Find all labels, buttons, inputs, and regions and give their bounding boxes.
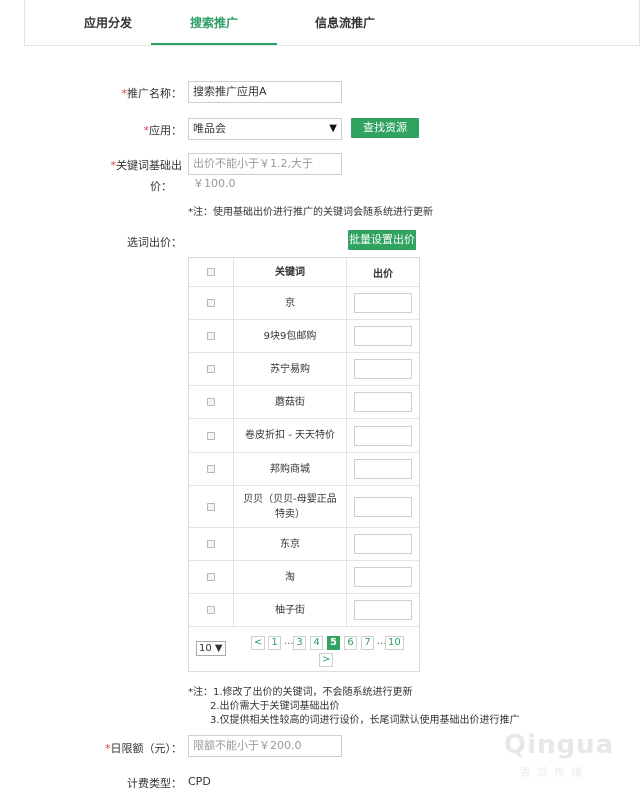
chevron-down-icon: ▼ [329, 123, 337, 134]
bid-note-3: 3.仅提供相关性较高的词进行设价，长尾词默认使用基础出价进行推广 [210, 715, 520, 726]
billing-type-label: 计费类型： [127, 777, 182, 790]
chevron-down-icon: ▼ [214, 643, 223, 654]
table-row: 京 [189, 286, 419, 319]
page-button[interactable]: 4 [310, 636, 323, 650]
page-next-button[interactable]: > [319, 653, 334, 667]
table-header-row: 关键词 出价 [189, 258, 419, 286]
keyword-table: 关键词 出价 京 9块9包邮购 苏宁易购 蘑菇街 卷皮折扣 - 天天特价 邦购商… [188, 257, 420, 672]
pagination: 10 ▼ < 1 ... 3 4 5 6 7 ... 10 > [189, 626, 419, 672]
table-row: 苏宁易购 [189, 352, 419, 385]
tab-app-distribution[interactable]: 应用分发 [65, 0, 151, 45]
base-bid-note: *注：使用基础出价进行推广的关键词会随系统进行更新 [188, 207, 433, 218]
bid-note-1: *注：1.修改了出价的关键词，不会随系统进行更新 [188, 687, 413, 698]
app-select[interactable]: 唯品会 ▼ [188, 118, 342, 140]
promo-name-input[interactable]: 搜索推广应用A [188, 81, 342, 103]
keyword-cell: 苏宁易购 [234, 353, 347, 385]
table-row: 贝贝（贝贝-母婴正品特卖） [189, 485, 419, 527]
base-bid-label-cont: 价： [150, 180, 172, 193]
price-input[interactable] [354, 392, 412, 412]
billing-type-value: CPD [188, 775, 211, 788]
base-bid-input[interactable]: 出价不能小于￥1.2,大于￥100.0 [188, 153, 342, 190]
keyword-cell: 卷皮折扣 - 天天特价 [234, 419, 347, 452]
keyword-cell: 邦购商城 [234, 453, 347, 485]
table-row: 卷皮折扣 - 天天特价 [189, 418, 419, 452]
keyword-cell: 京 [234, 287, 347, 319]
price-input[interactable] [354, 459, 412, 479]
word-bid-label: 选词出价： [127, 236, 182, 249]
watermark-logo: Qingua [504, 730, 615, 760]
find-resource-button[interactable]: 查找资源 [351, 118, 419, 138]
price-input[interactable] [354, 425, 412, 446]
keyword-cell: 贝贝（贝贝-母婴正品特卖） [234, 486, 347, 527]
price-input[interactable] [354, 496, 412, 517]
row-checkbox[interactable] [207, 573, 215, 581]
row-checkbox[interactable] [207, 606, 215, 614]
page-button[interactable]: 6 [344, 636, 357, 650]
row-checkbox[interactable] [207, 398, 215, 406]
tab-bar: 应用分发 搜索推广 信息流推广 [24, 0, 640, 46]
row-checkbox[interactable] [207, 431, 215, 440]
table-row: 9块9包邮购 [189, 319, 419, 352]
price-input[interactable] [354, 293, 412, 313]
page-button-current[interactable]: 5 [327, 636, 340, 650]
select-all-checkbox[interactable] [207, 268, 215, 276]
page-size-select[interactable]: 10 ▼ [196, 641, 226, 656]
keyword-cell: 柚子街 [234, 594, 347, 626]
page-button[interactable]: 3 [293, 636, 306, 650]
price-input[interactable] [354, 534, 412, 554]
row-checkbox[interactable] [207, 365, 215, 373]
keyword-header: 关键词 [234, 258, 347, 286]
keyword-cell: 淘 [234, 561, 347, 593]
page-button[interactable]: 7 [361, 636, 374, 650]
batch-set-bid-button[interactable]: 批量设置出价 [348, 230, 416, 250]
row-checkbox[interactable] [207, 540, 215, 548]
promo-name-label: *推广名称： [121, 87, 183, 100]
table-row: 淘 [189, 560, 419, 593]
keyword-cell: 蘑菇街 [234, 386, 347, 418]
page-prev-button[interactable]: < [251, 636, 266, 650]
table-row: 东京 [189, 527, 419, 560]
keyword-cell: 9块9包邮购 [234, 320, 347, 352]
app-label: *应用： [143, 124, 183, 137]
tab-feed-promotion[interactable]: 信息流推广 [295, 0, 395, 45]
price-input[interactable] [354, 359, 412, 379]
price-input[interactable] [354, 600, 412, 620]
tab-search-promotion[interactable]: 搜索推广 [151, 0, 277, 45]
row-checkbox[interactable] [207, 332, 215, 340]
keyword-cell: 东京 [234, 528, 347, 560]
bid-note-2: 2.出价需大于关键词基础出价 [210, 701, 340, 712]
base-bid-label: *关键词基础出 [110, 159, 183, 172]
row-checkbox[interactable] [207, 465, 215, 473]
price-input[interactable] [354, 567, 412, 587]
table-row: 邦购商城 [189, 452, 419, 485]
row-checkbox[interactable] [207, 502, 215, 511]
price-input[interactable] [354, 326, 412, 346]
row-checkbox[interactable] [207, 299, 215, 307]
page-button[interactable]: 1 [268, 636, 281, 650]
table-row: 蘑菇街 [189, 385, 419, 418]
daily-limit-input[interactable]: 限额不能小于￥200.0 [188, 735, 342, 757]
watermark-sub: 青瓜传媒 [520, 766, 588, 779]
table-row: 柚子街 [189, 593, 419, 626]
page-button[interactable]: 10 [385, 636, 404, 650]
price-header: 出价 [373, 268, 393, 280]
daily-limit-label: *日限额（元）： [105, 742, 182, 755]
